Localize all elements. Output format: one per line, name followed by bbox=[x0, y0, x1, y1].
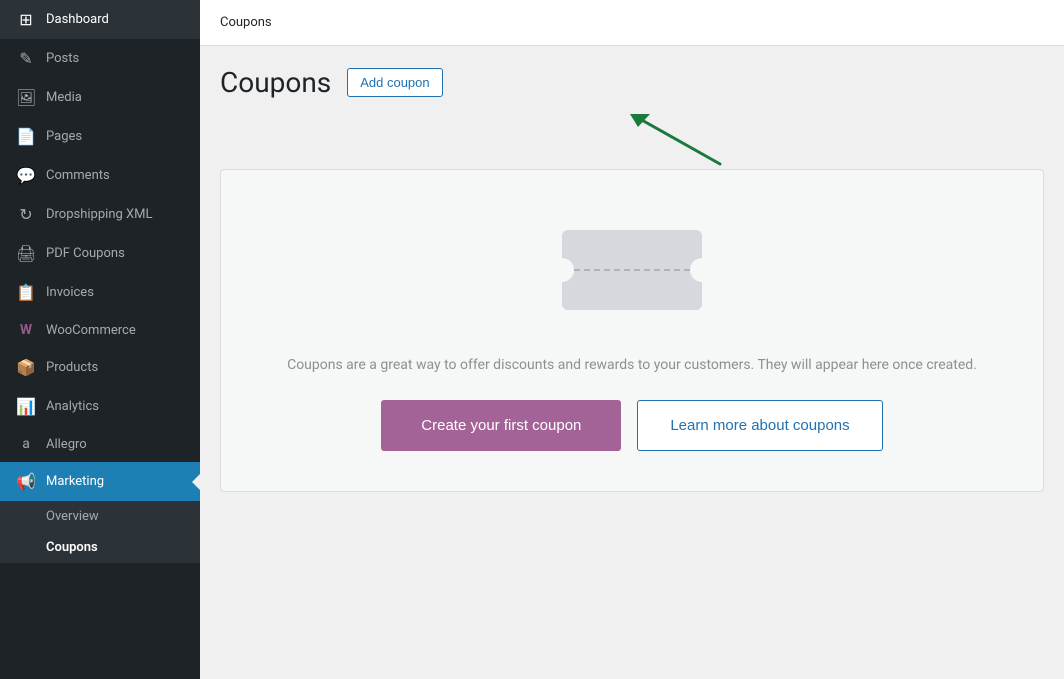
empty-state-description: Coupons are a great way to offer discoun… bbox=[241, 354, 1023, 376]
sidebar-item-products[interactable]: 📦 Products bbox=[0, 348, 200, 387]
invoices-icon: 📋 bbox=[16, 283, 36, 302]
sidebar-item-woocommerce[interactable]: W WooCommerce bbox=[0, 312, 200, 348]
breadcrumb-title: Coupons bbox=[220, 15, 272, 30]
page-header: Coupons Add coupon bbox=[220, 66, 1044, 99]
sidebar-item-dashboard[interactable]: ⊞ Dashboard bbox=[0, 0, 200, 39]
sidebar-item-comments[interactable]: 💬 Comments bbox=[0, 156, 200, 195]
learn-more-coupons-button[interactable]: Learn more about coupons bbox=[637, 400, 882, 451]
active-marker bbox=[192, 474, 200, 490]
coupon-icon-container bbox=[241, 210, 1023, 330]
analytics-icon: 📊 bbox=[16, 397, 36, 416]
woocommerce-icon: W bbox=[16, 322, 36, 338]
dropshipping-icon: ↻ bbox=[16, 205, 36, 224]
arrow-icon bbox=[620, 109, 760, 169]
sidebar-item-dropshipping[interactable]: ↻ Dropshipping XML bbox=[0, 195, 200, 234]
sidebar-item-posts[interactable]: ✎ Posts bbox=[0, 39, 200, 78]
sidebar-submenu-marketing: Overview Coupons bbox=[0, 501, 200, 563]
sidebar-item-allegro[interactable]: a Allegro bbox=[0, 426, 200, 462]
arrow-annotation bbox=[560, 109, 1044, 169]
sidebar-item-analytics[interactable]: 📊 Analytics bbox=[0, 387, 200, 426]
posts-icon: ✎ bbox=[16, 49, 36, 68]
empty-state: Coupons are a great way to offer discoun… bbox=[220, 169, 1044, 492]
products-icon: 📦 bbox=[16, 358, 36, 377]
sidebar-item-pages[interactable]: 📄 Pages bbox=[0, 117, 200, 156]
coupon-illustration bbox=[552, 210, 712, 330]
create-first-coupon-button[interactable]: Create your first coupon bbox=[381, 400, 621, 451]
top-bar: Coupons bbox=[200, 0, 1064, 46]
page-content: Coupons Add coupon bbox=[200, 46, 1064, 679]
pages-icon: 📄 bbox=[16, 127, 36, 146]
main-content: Coupons Coupons Add coupon bbox=[200, 0, 1064, 679]
submenu-item-overview[interactable]: Overview bbox=[0, 501, 200, 532]
dashboard-icon: ⊞ bbox=[16, 10, 36, 29]
add-coupon-button[interactable]: Add coupon bbox=[347, 68, 442, 97]
sidebar-item-media[interactable]: 🖼 Media bbox=[0, 78, 200, 117]
pdf-coupons-icon: 🖨 bbox=[16, 244, 36, 263]
sidebar-item-marketing[interactable]: 📢 Marketing bbox=[0, 462, 200, 501]
page-title: Coupons bbox=[220, 66, 331, 99]
submenu-item-coupons[interactable]: Coupons bbox=[0, 532, 200, 563]
sidebar-item-pdf-coupons[interactable]: 🖨 PDF Coupons bbox=[0, 234, 200, 273]
comments-icon: 💬 bbox=[16, 166, 36, 185]
allegro-icon: a bbox=[16, 436, 36, 452]
sidebar: ⊞ Dashboard ✎ Posts 🖼 Media 📄 Pages 💬 Co… bbox=[0, 0, 200, 679]
empty-state-actions: Create your first coupon Learn more abou… bbox=[241, 400, 1023, 451]
sidebar-item-invoices[interactable]: 📋 Invoices bbox=[0, 273, 200, 312]
marketing-icon: 📢 bbox=[16, 472, 36, 491]
media-icon: 🖼 bbox=[16, 88, 36, 107]
